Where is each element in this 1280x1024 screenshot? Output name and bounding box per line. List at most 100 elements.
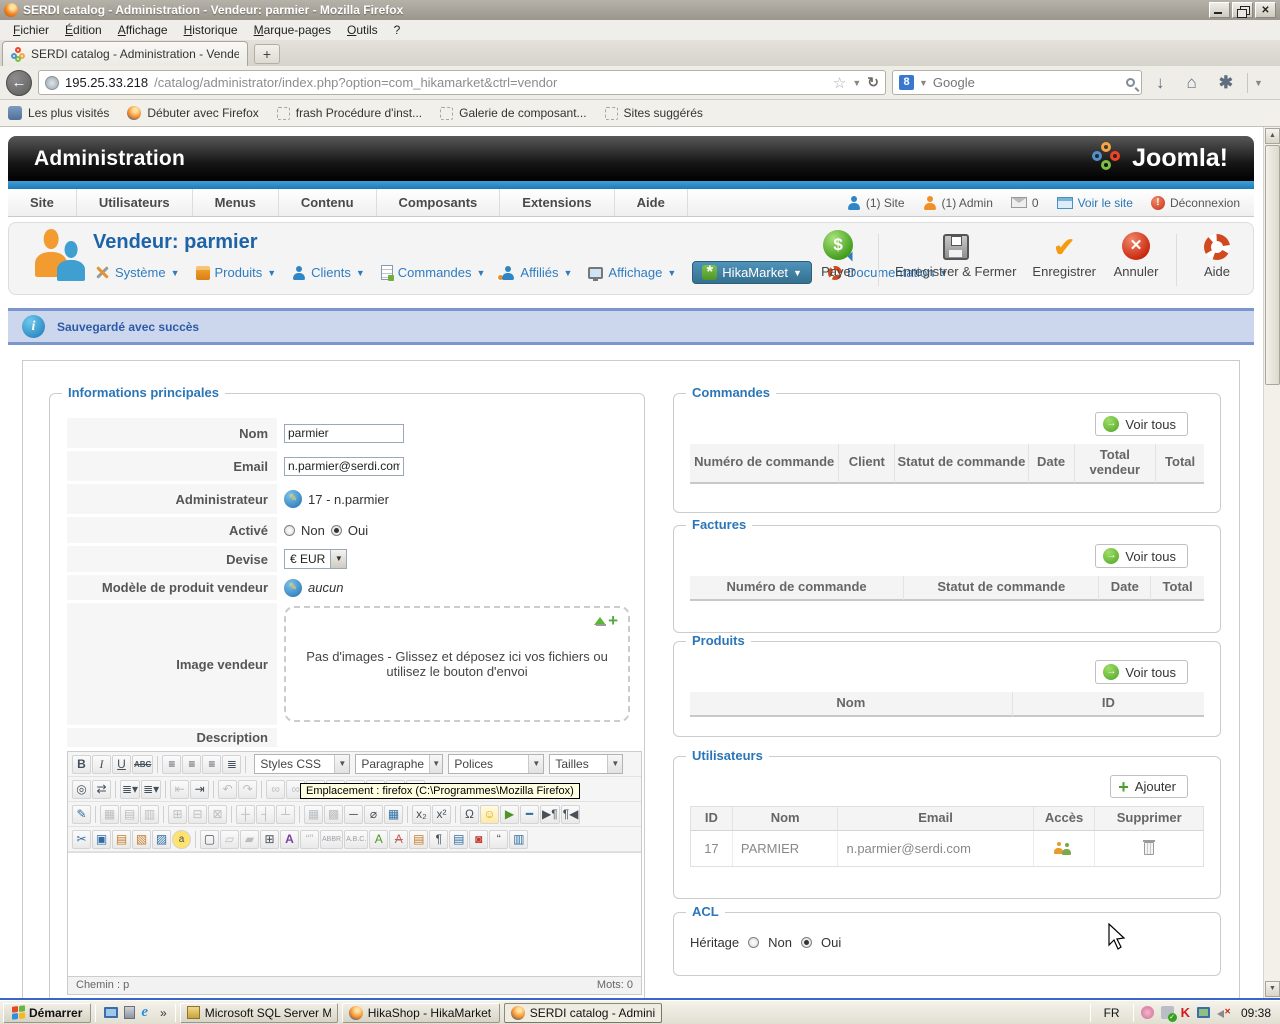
editor-text-area[interactable] [68,852,641,976]
underline-icon[interactable]: U [112,754,131,774]
emoticon-icon[interactable]: ☺ [480,804,499,824]
select-arrow-icon[interactable]: ▼ [330,550,347,568]
blockquote-icon[interactable]: “ [489,829,509,849]
language-indicator[interactable]: FR [1098,1006,1126,1020]
find-replace-icon[interactable]: ⇄ [92,779,111,799]
undo-icon[interactable]: ↶ [218,779,238,799]
layer-back-icon[interactable]: ▱ [220,829,239,849]
bookmark-frash-procedure[interactable]: frash Procédure d'inst... [276,106,422,120]
browser-tab[interactable]: SERDI catalog - Administration - Vendeur… [2,41,248,66]
ajouter-button[interactable]: + Ajouter [1110,775,1188,798]
subscript-icon[interactable]: x₂ [412,804,431,824]
taskbar-window-hikashop[interactable]: HikaShop - HikaMarket é... [341,1002,500,1023]
row-before-icon[interactable]: ⊞ [168,804,187,824]
insert-layer-icon[interactable]: ⊞ [260,829,279,849]
outdent-icon[interactable]: ⇤ [170,779,190,799]
save-button[interactable]: ✔ Enregistrer [1032,230,1096,279]
col-after-icon[interactable]: ┤ [256,804,275,824]
bookmark-star-icon[interactable]: ☆ [833,74,846,92]
hr-icon[interactable]: ─ [344,804,363,824]
strikethrough-icon[interactable]: ABC [132,754,154,774]
page-break-icon[interactable]: ▤ [449,829,469,849]
align-left-icon[interactable]: ≡ [162,754,182,774]
logout-link[interactable]: ! Déconnexion [1150,195,1240,210]
col-client[interactable]: Client [839,444,896,484]
abbr-icon[interactable]: ABBR [320,829,344,849]
add-image-icon[interactable]: + [608,612,618,629]
bookmark-galerie[interactable]: Galerie de composant... [440,106,587,120]
edit-admin-icon[interactable] [284,490,302,508]
col-acces[interactable]: Accès [1033,807,1096,831]
quick-launch-overflow-icon[interactable]: » [156,1006,171,1020]
heritage-yes-radio[interactable] [801,937,812,948]
logged-site-count[interactable]: (1) Site [847,195,905,210]
tray-app-icon[interactable] [1140,1006,1154,1019]
acronym-icon[interactable]: A.B.C. [344,829,369,849]
col-numero-commande[interactable]: Numéro de commande [690,444,840,484]
bold-icon[interactable]: B [72,754,91,774]
save-close-button[interactable]: Enregistrer & Fermer [895,230,1016,279]
trash-icon[interactable] [1143,839,1156,855]
table-icon[interactable]: ▦ [100,804,119,824]
google-engine-icon[interactable]: 8 [899,75,914,90]
menu-affichage[interactable]: Affichage [111,21,175,39]
style-props-icon[interactable]: A [280,829,299,849]
search-icon[interactable] [1126,78,1135,87]
nom-input[interactable] [284,423,404,443]
ruler-icon[interactable]: ━ [520,804,539,824]
taskbar-window-sql[interactable]: Microsoft SQL Server Ma... [179,1002,338,1023]
url-dropdown-icon[interactable]: ▼ [852,78,861,88]
editor-toggle-icon[interactable]: ✎ [72,804,91,824]
back-button[interactable]: ← [6,69,32,96]
menu-affilies[interactable]: Affiliés ▼ [497,265,572,281]
col-total[interactable]: Total [1151,576,1204,601]
address-bar[interactable]: 195.25.33.218 /catalog/administrator/ind… [38,70,886,95]
delete-row-icon[interactable]: ⊠ [208,804,227,824]
view-site-link[interactable]: Voir le site [1056,196,1133,210]
visual-chars-icon[interactable]: ¶ [429,829,449,849]
del-icon[interactable]: A [389,829,409,849]
heritage-no-radio[interactable] [748,937,760,948]
col-date[interactable]: Date [1099,576,1152,601]
search-input[interactable] [932,75,1121,90]
search-bar[interactable]: 8 ▼ [892,70,1142,95]
col-id[interactable]: ID [691,807,733,831]
toolbar-overflow-icon[interactable]: ▼ [1254,78,1263,88]
table-cell-props-icon[interactable]: ▥ [140,804,159,824]
email-input[interactable] [284,456,404,476]
minimize-button[interactable] [1209,2,1230,18]
iframe-icon[interactable]: ▥ [509,829,529,849]
pay-button[interactable]: $ Payer [814,230,862,279]
remove-format-icon[interactable]: ⌀ [364,804,383,824]
reload-icon[interactable]: ↻ [867,74,879,91]
copy-icon[interactable]: ▣ [92,829,111,849]
menu-systeme[interactable]: Système ▼ [95,265,180,280]
col-statut-commande[interactable]: Statut de commande [895,444,1029,484]
menu-clients[interactable]: Clients ▼ [292,265,365,280]
styles-select[interactable]: Styles CSS ▼ [254,754,351,774]
col-nom[interactable]: Nom [732,807,839,831]
home-icon[interactable]: ⌂ [1179,73,1205,93]
show-desktop-icon[interactable] [104,1007,119,1018]
volume-muted-icon[interactable] [1216,1007,1231,1019]
downloads-icon[interactable]: ↓ [1148,73,1173,93]
restore-button[interactable] [1232,2,1253,18]
toggle-invisible-icon[interactable]: ▢ [200,829,219,849]
visual-grid-icon[interactable]: ▦ [384,804,403,824]
window-titlebar[interactable]: SERDI catalog - Administration - Vendeur… [0,0,1280,20]
menu-affichage[interactable]: Affichage ▼ [588,265,676,281]
table-row-props-icon[interactable]: ▤ [120,804,139,824]
superscript-icon[interactable]: x² [432,804,451,824]
find-icon[interactable]: ◎ [72,779,91,799]
col-total[interactable]: Total [1156,444,1204,484]
indent-icon[interactable]: ⇥ [190,779,210,799]
align-center-icon[interactable]: ≡ [182,754,202,774]
align-right-icon[interactable]: ≡ [202,754,222,774]
layer-front-icon[interactable]: ▰ [240,829,259,849]
image-dropzone[interactable]: + Pas d'images - Glissez et déposez ici … [284,606,630,722]
menu-commandes[interactable]: Commandes ▼ [380,265,485,281]
devise-select[interactable]: € EUR ▼ [284,549,348,569]
col-statut-commande[interactable]: Statut de commande [904,576,1100,601]
col-numero-commande[interactable]: Numéro de commande [690,576,905,601]
admin-menu-extensions[interactable]: Extensions [500,189,615,216]
